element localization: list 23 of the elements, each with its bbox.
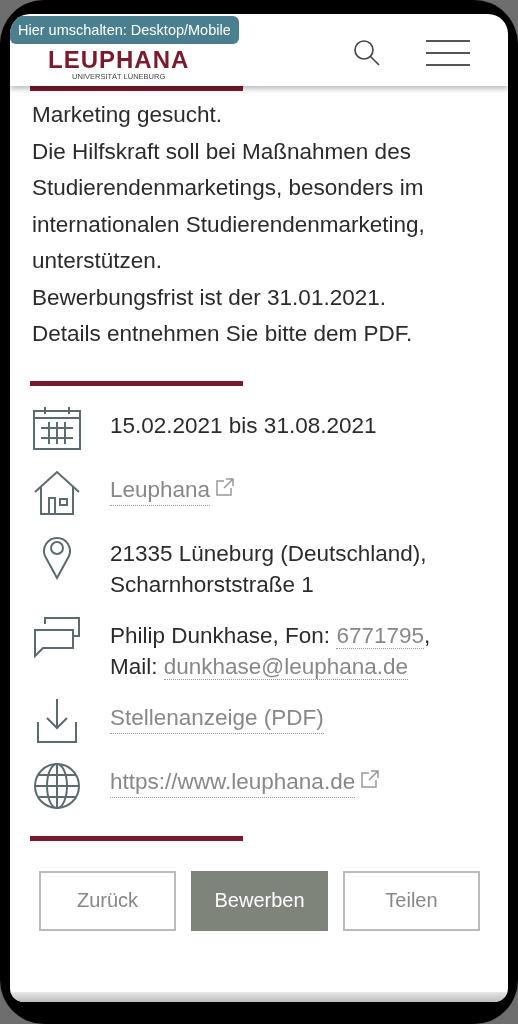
action-button[interactable]: Teilen	[343, 870, 480, 931]
detail-link[interactable]: Stellenanzeige (PDF)	[110, 701, 324, 734]
chat-bubbles-icon	[33, 615, 81, 660]
detail-text: 15.02.2021 bis 31.08.2021	[110, 411, 377, 440]
calendar-icon	[33, 405, 81, 450]
apply-button[interactable]: Bewerben	[191, 870, 328, 931]
house-icon	[33, 469, 81, 516]
detail-link[interactable]: Leuphana	[110, 473, 211, 506]
search-icon[interactable]	[352, 38, 382, 68]
external-link-icon	[216, 477, 235, 496]
menu-icon[interactable]	[426, 40, 470, 66]
external-link-icon	[361, 769, 380, 788]
globe-icon	[33, 761, 81, 810]
detail-link[interactable]: https://www.leuphana.de	[110, 765, 356, 798]
view-switch-tooltip[interactable]: Hier umschalten: Desktop/Mobile	[10, 16, 239, 44]
contact-text: Philip Dunkhase, Fon: 6771795, Mail: dunkhase@leuphana.de	[110, 621, 432, 682]
download-icon	[37, 697, 77, 744]
logo-name: LEUPHANA	[48, 47, 190, 72]
contact-link[interactable]: dunkhase@leuphana.de	[163, 653, 409, 680]
contact-link[interactable]: 6771795	[336, 622, 424, 649]
action-button[interactable]: Zurück	[39, 870, 176, 931]
detail-text: 21335 Lüneburg (Deutschland), Scharnhorststraße 1	[110, 539, 428, 599]
job-description: Marketing gesucht. Die Hilfskraft soll bei Maßnahmen des Studierendenmarketings, besonders im internationalen Studierendenmarketing, unterstützen. Bewerbungsfrist ist der 31.01.2021. Details entnehmen Sie bitte dem PDF.	[32, 101, 426, 348]
